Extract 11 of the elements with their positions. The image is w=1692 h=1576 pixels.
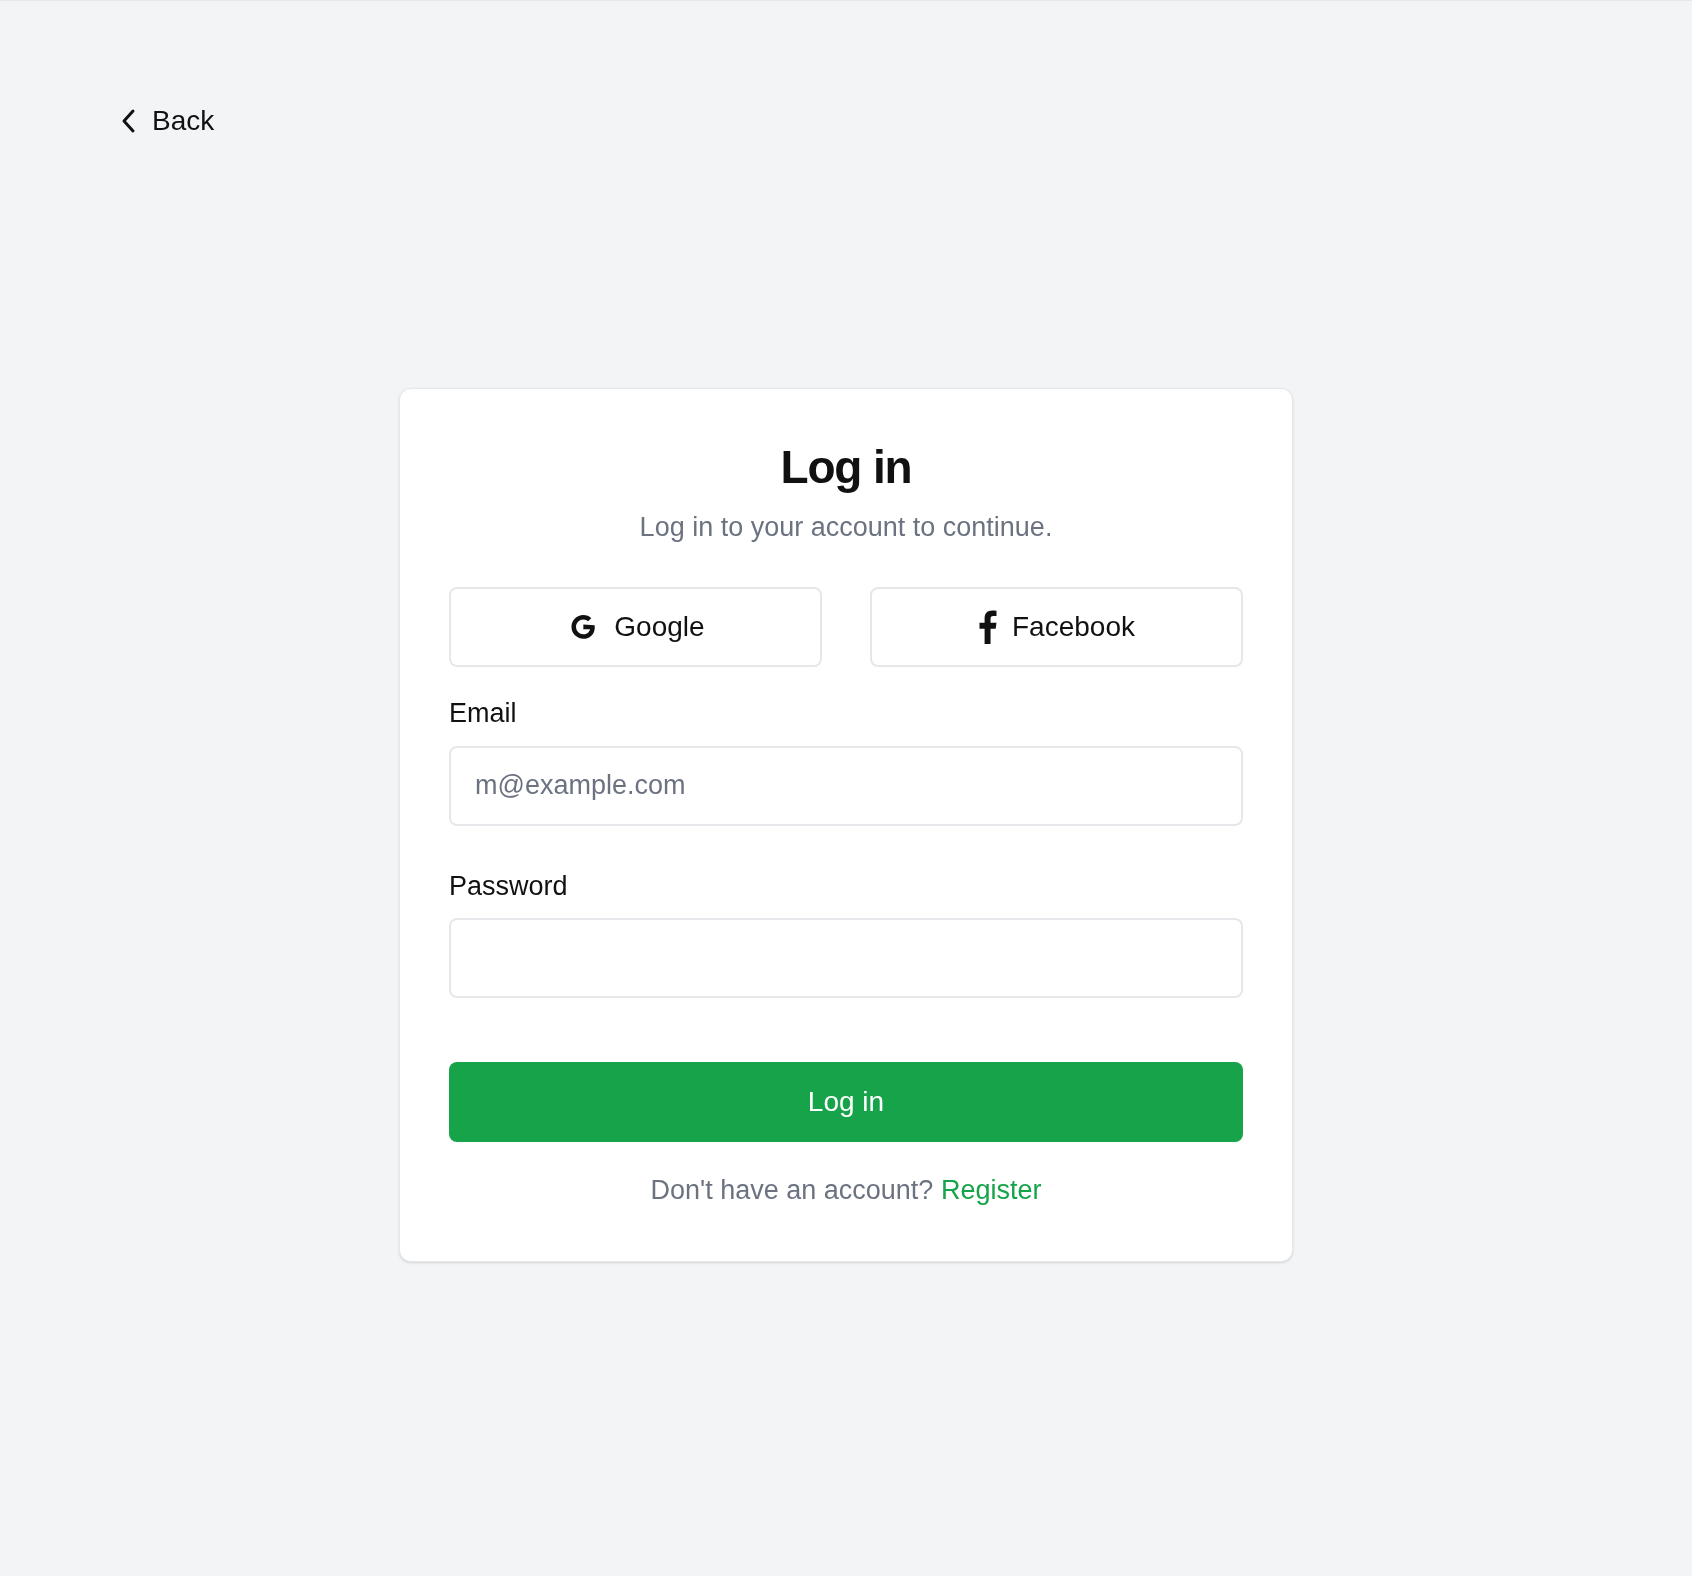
card-subtitle: Log in to your account to continue. (638, 510, 1054, 544)
input-field[interactable]: m@example.com (449, 745, 1243, 826)
facebook-icon (978, 610, 998, 644)
field-label: Password (449, 869, 569, 903)
register-prompt: Don't have an account? (650, 1175, 934, 1205)
social-login-button[interactable]: Facebook (870, 587, 1243, 667)
back-button[interactable]: Back (120, 100, 215, 142)
social-login-button[interactable]: Google (449, 587, 822, 667)
field-label: Email (449, 697, 518, 730)
input-field[interactable] (449, 918, 1243, 998)
card-title: Log in (779, 440, 913, 495)
